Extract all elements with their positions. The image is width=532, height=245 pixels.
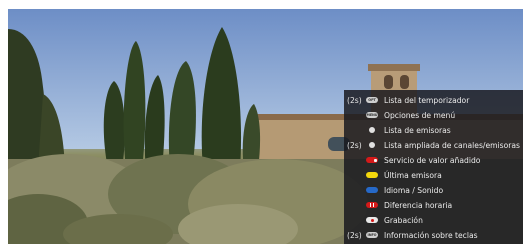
- yellow-key-icon: [366, 172, 378, 178]
- menu-item: Grabación: [344, 213, 523, 227]
- menu-item: Diferencia horaria: [344, 198, 523, 212]
- ok-key-icon: [369, 142, 375, 148]
- red-key-icon: [366, 157, 378, 163]
- menu-item-label: Última emisora: [384, 170, 442, 180]
- hold-duration-label: (2s): [347, 230, 362, 240]
- menu-item-label: Lista ampliada de canales/emisoras: [384, 140, 520, 150]
- tv-screen: (2s) OPT Lista del temporizador MENU Opcione…: [8, 9, 523, 244]
- menu-item-label: Opciones de menú: [384, 110, 456, 120]
- menu-item: (2s) OPT Lista del temporizador: [344, 93, 523, 107]
- menu-item-label: Diferencia horaria: [384, 200, 453, 210]
- menu-item-label: Lista de emisoras: [384, 125, 451, 135]
- remote-key-icon: MENU: [366, 112, 378, 118]
- menu-item: MENU Opciones de menú: [344, 108, 523, 122]
- hold-duration-label: (2s): [347, 140, 362, 150]
- record-key-icon: [366, 217, 378, 223]
- menu-item-label: Idioma / Sonido: [384, 185, 444, 195]
- menu-item: Última emisora: [344, 168, 523, 182]
- button-help-menu: (2s) OPT Lista del temporizador MENU Opcione…: [344, 90, 523, 244]
- menu-item: (2s) INFO Información sobre teclas: [344, 228, 523, 242]
- menu-item-label: Información sobre teclas: [384, 230, 478, 240]
- menu-item-label: Lista del temporizador: [384, 95, 470, 105]
- menu-item: Servicio de valor añadido: [344, 153, 523, 167]
- menu-item: Idioma / Sonido: [344, 183, 523, 197]
- pause-key-icon: [366, 202, 378, 208]
- menu-item: Lista de emisoras: [344, 123, 523, 137]
- hold-duration-label: (2s): [347, 95, 362, 105]
- menu-item-label: Servicio de valor añadido: [384, 155, 481, 165]
- blue-key-icon: [366, 187, 378, 193]
- menu-item-label: Grabación: [384, 215, 423, 225]
- remote-key-icon: OPT: [366, 97, 378, 103]
- ok-key-icon: [369, 127, 375, 133]
- remote-key-icon: INFO: [366, 232, 378, 238]
- menu-item: (2s) Lista ampliada de canales/emisoras: [344, 138, 523, 152]
